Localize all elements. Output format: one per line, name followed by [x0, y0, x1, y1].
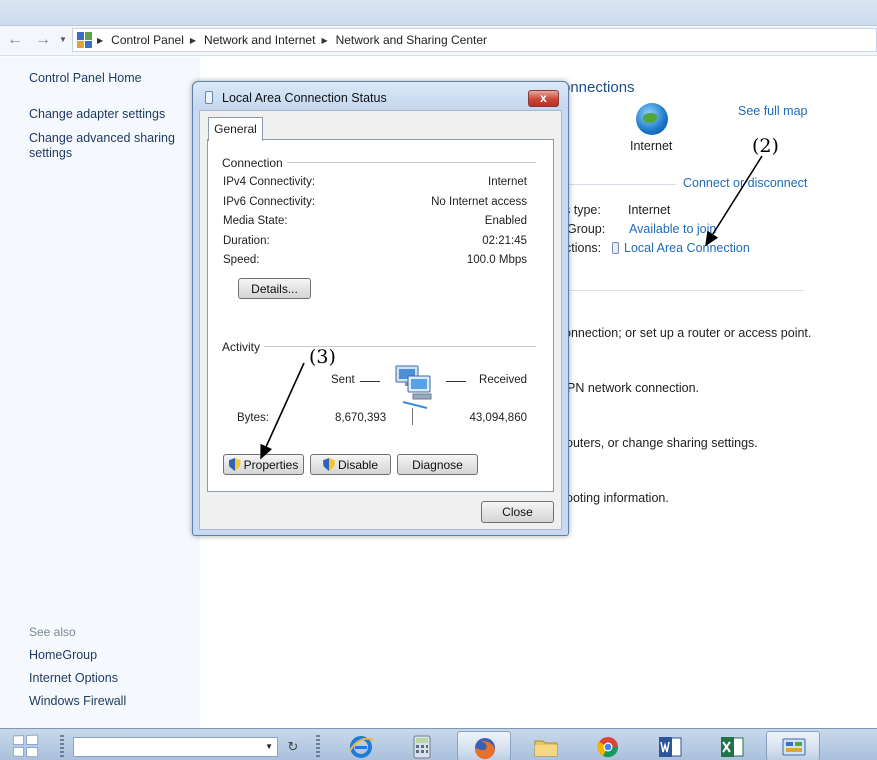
group-divider: [264, 346, 536, 347]
forward-arrow-icon[interactable]: →: [33, 30, 53, 50]
address-bar[interactable]: ▶ Control Panel ▶ Network and Internet ▶…: [72, 28, 877, 52]
network-activity-icon: [395, 365, 432, 409]
file-explorer-icon[interactable]: [519, 731, 573, 760]
windows-start-icon[interactable]: [12, 734, 40, 758]
group-divider: [268, 162, 536, 163]
speed-label: Speed:: [223, 254, 260, 266]
uac-shield-icon: [228, 458, 241, 471]
toolbar-grip[interactable]: [316, 735, 320, 757]
internet-options-link[interactable]: Internet Options: [29, 671, 118, 685]
active-connections-heading: onnections: [562, 79, 635, 96]
toolbar-grip[interactable]: [60, 735, 64, 757]
properties-button[interactable]: Properties: [223, 454, 304, 475]
breadcrumb-separator-icon[interactable]: ▶: [321, 36, 327, 45]
recent-pages-chevron-icon[interactable]: ▼: [59, 33, 69, 47]
task-setup-connection-text: onnection; or set up a router or access …: [564, 326, 812, 340]
media-state-label: Media State:: [223, 215, 288, 227]
word-icon[interactable]: [643, 731, 697, 760]
annotation-label-2: (2): [752, 135, 779, 157]
refresh-icon[interactable]: ↻: [283, 737, 303, 757]
dialog-title: Local Area Connection Status: [222, 91, 387, 105]
connections-label: ctions:: [565, 241, 602, 255]
internet-node-label: Internet: [630, 139, 673, 153]
received-dash: [446, 381, 466, 382]
connection-group-label: Connection: [222, 156, 287, 170]
details-button[interactable]: Details...: [238, 278, 311, 299]
see-full-map-link[interactable]: See full map: [738, 104, 807, 118]
internet-globe-icon[interactable]: [636, 103, 668, 135]
ipv6-connectivity-label: IPv6 Connectivity:: [223, 196, 316, 208]
annotation-label-3: (3): [309, 346, 336, 368]
firefox-icon[interactable]: [457, 731, 511, 760]
chevron-down-icon[interactable]: ▼: [265, 742, 273, 751]
network-plug-icon: [205, 91, 213, 104]
change-advanced-sharing-settings-link[interactable]: Change advanced sharing settings: [29, 131, 179, 161]
sent-label: Sent: [331, 374, 355, 386]
activity-divider-tick: [412, 408, 413, 425]
task-sharing-text: outers, or change sharing settings.: [566, 436, 758, 450]
bytes-label: Bytes:: [237, 412, 269, 424]
access-type-value: Internet: [628, 203, 671, 217]
excel-icon[interactable]: [705, 731, 759, 760]
control-panel-icon[interactable]: [766, 731, 820, 760]
breadcrumb-separator-icon[interactable]: ▶: [190, 36, 196, 45]
close-button[interactable]: Close: [481, 501, 554, 523]
section-divider: [568, 184, 676, 185]
access-type-label: s type:: [564, 203, 601, 217]
taskbar: ▼ ↻: [0, 728, 877, 760]
section-divider: [568, 290, 804, 291]
connect-or-disconnect-link[interactable]: Connect or disconnect: [683, 176, 807, 190]
task-troubleshoot-text: ooting information.: [566, 491, 669, 505]
left-nav-pane: Control Panel Home Change adapter settin…: [0, 57, 200, 728]
ipv4-connectivity-value: Internet: [488, 176, 527, 188]
breadcrumb-separator-icon[interactable]: ▶: [97, 36, 103, 45]
control-panel-home-link[interactable]: Control Panel Home: [29, 71, 142, 85]
media-state-value: Enabled: [484, 215, 527, 227]
windows-firewall-link[interactable]: Windows Firewall: [29, 694, 126, 708]
duration-label: Duration:: [223, 235, 270, 247]
duration-value: 02:21:45: [482, 235, 527, 247]
chrome-icon[interactable]: [581, 731, 635, 760]
homegroup-available-link[interactable]: Available to join: [629, 222, 716, 236]
homegroup-link[interactable]: HomeGroup: [29, 648, 97, 662]
received-label: Received: [479, 374, 527, 386]
bytes-sent-value: 8,670,393: [335, 412, 387, 424]
internet-explorer-icon[interactable]: [334, 731, 388, 760]
close-icon[interactable]: x: [528, 90, 559, 107]
local-area-connection-text: Local Area Connection: [624, 241, 750, 255]
dialog-titlebar[interactable]: Local Area Connection Status x: [193, 82, 568, 110]
dialog-body: General Connection IPv4 Connectivity: In…: [199, 110, 562, 530]
tab-general[interactable]: General: [208, 117, 263, 141]
address-row: ← → ▼ ▶ Control Panel ▶ Network and Inte…: [0, 26, 877, 56]
calculator-icon[interactable]: [395, 731, 449, 760]
activity-group-label: Activity: [222, 340, 265, 354]
disable-button[interactable]: Disable: [310, 454, 391, 475]
breadcrumb-control-panel[interactable]: Control Panel: [111, 33, 184, 47]
see-also-heading: See also: [29, 625, 76, 639]
speed-value: 100.0 Mbps: [466, 254, 527, 266]
local-area-connection-status-dialog: Local Area Connection Status x General C…: [192, 81, 569, 536]
uac-shield-icon: [322, 458, 335, 471]
local-area-connection-link[interactable]: Local Area Connection: [612, 241, 750, 255]
homegroup-label: Group:: [567, 222, 606, 236]
breadcrumb-network-and-internet[interactable]: Network and Internet: [204, 33, 315, 47]
back-arrow-icon[interactable]: ←: [5, 30, 25, 50]
ipv4-connectivity-label: IPv4 Connectivity:: [223, 176, 316, 188]
breadcrumb-network-and-sharing-center[interactable]: Network and Sharing Center: [336, 33, 487, 47]
properties-button-label: Properties: [243, 457, 299, 472]
change-adapter-settings-link[interactable]: Change adapter settings: [29, 107, 165, 121]
window-title-strip: [0, 0, 877, 26]
ipv6-connectivity-value: No Internet access: [431, 196, 527, 208]
general-tab-panel: Connection IPv4 Connectivity: Internet I…: [207, 139, 554, 492]
address-toolbar-input[interactable]: ▼: [73, 737, 278, 757]
task-vpn-text: PN network connection.: [567, 381, 700, 395]
bytes-received-value: 43,094,860: [469, 412, 527, 424]
network-plug-icon: [612, 242, 619, 254]
sent-dash: [360, 381, 380, 382]
disable-button-label: Disable: [337, 457, 379, 472]
control-panel-icon: [77, 32, 93, 48]
breadcrumb: ▶ Control Panel ▶ Network and Internet ▶…: [97, 32, 487, 48]
diagnose-button[interactable]: Diagnose: [397, 454, 478, 475]
